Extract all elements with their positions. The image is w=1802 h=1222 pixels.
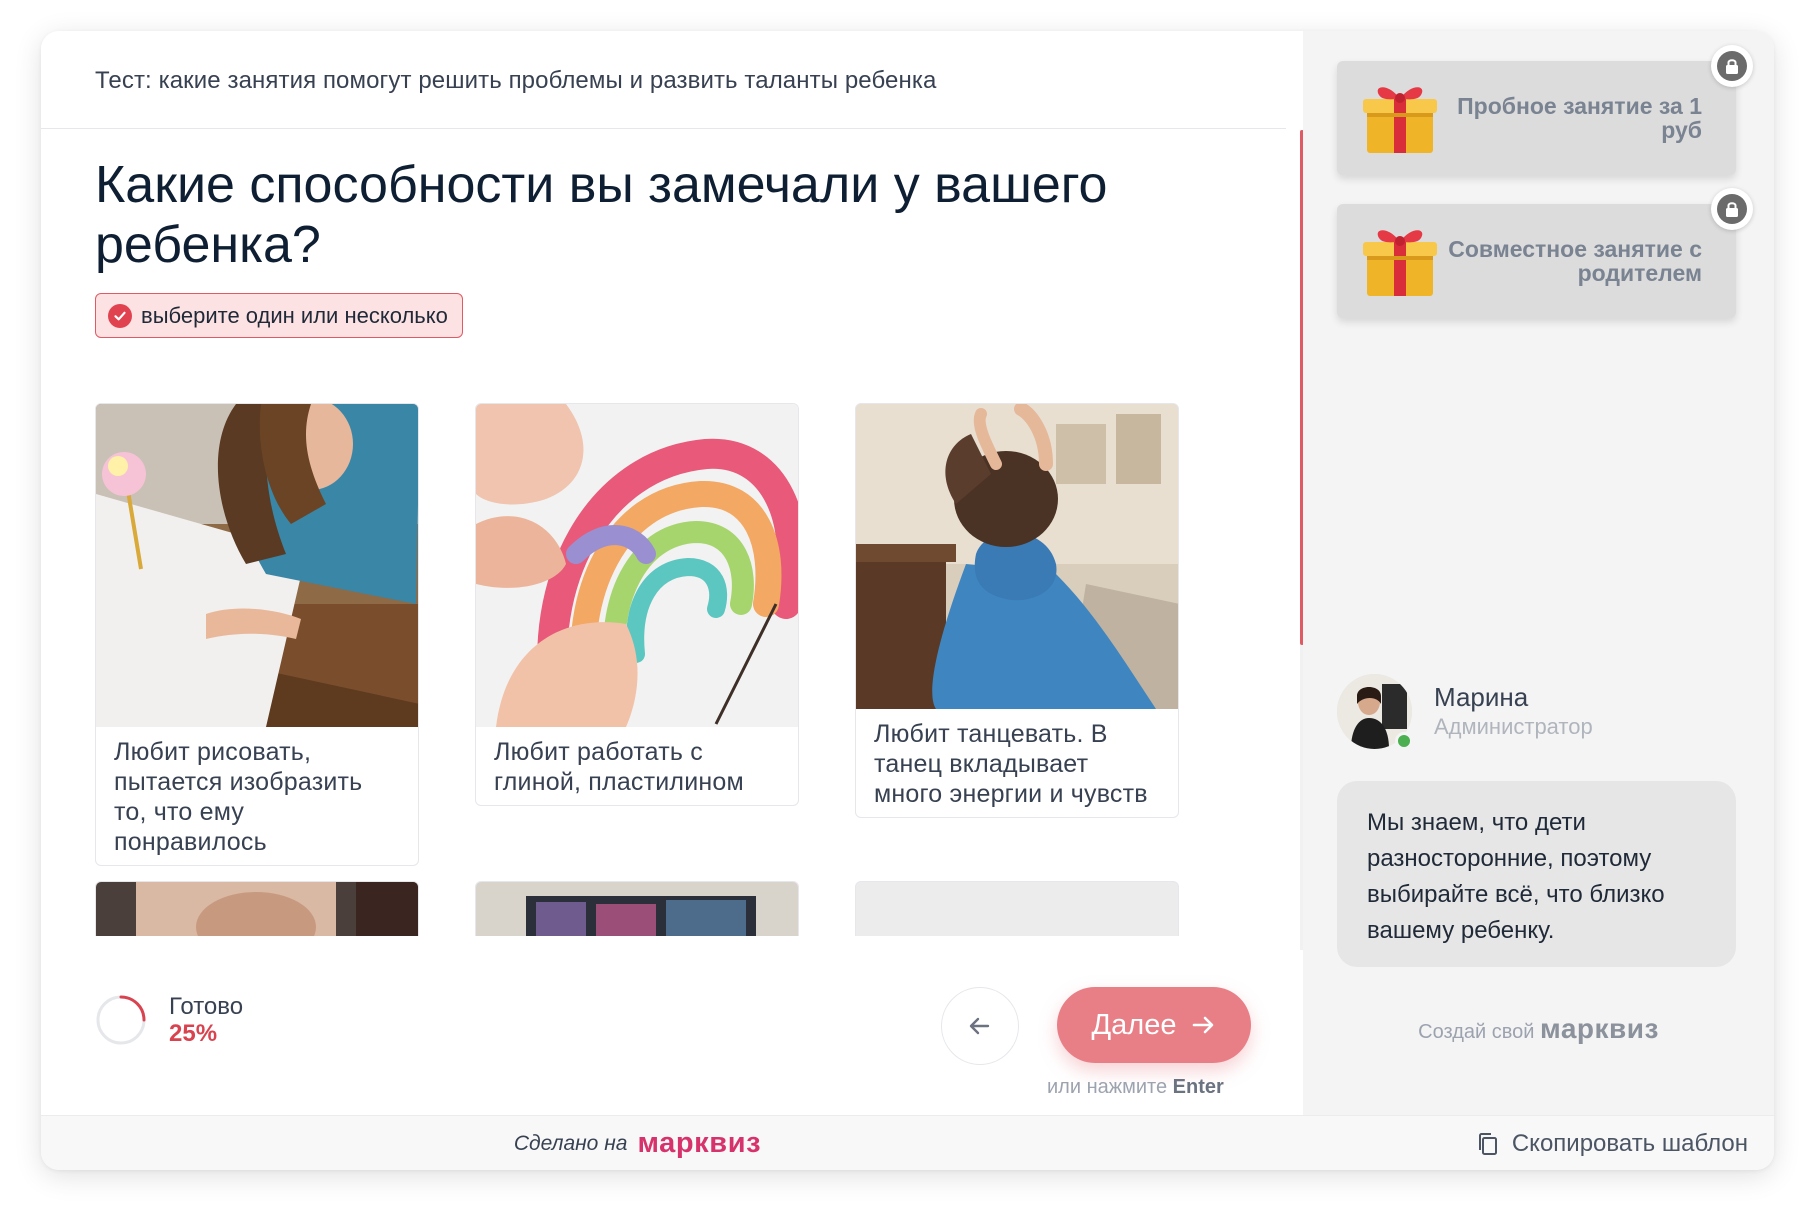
- answer-caption: Любит рисовать, пытается изобразить то, …: [114, 738, 363, 856]
- bonus-card-joint: Совместное занятие с родителем: [1337, 188, 1753, 318]
- sidebar: Пробное занятие за 1 руб Совместное заня…: [1303, 31, 1774, 1115]
- answer-caption: Любит танцевать. В танец вкладывает мног…: [874, 720, 1148, 808]
- copy-template-button[interactable]: Скопировать шаблон: [1476, 1116, 1748, 1170]
- answer-card-drawing[interactable]: Любит рисовать, пытается изобразить то, …: [95, 403, 419, 866]
- bonus-label: Пробное занятие за 1 руб: [1457, 93, 1702, 143]
- manager-message: Мы знаем, что дети разносторонние, поэто…: [1337, 781, 1736, 967]
- made-on-label: Сделано на: [513, 1131, 628, 1155]
- footer: Сделано на марквиз Скопировать шаблон: [41, 1115, 1774, 1170]
- enter-hint: или нажмите Enter: [1047, 1076, 1224, 1099]
- gift-icon: [1363, 87, 1437, 153]
- answers-grid: Любит рисовать, пытается изобразить то, …: [95, 371, 1255, 936]
- plasticine-rainbow-photo-icon: [476, 404, 798, 727]
- online-status-dot: [1395, 732, 1413, 750]
- manager-name: Марина: [1434, 681, 1529, 712]
- bonus-label: Совместное занятие с родителем: [1448, 236, 1702, 286]
- lock-icon: [1726, 202, 1738, 217]
- manager-role: Администратор: [1434, 713, 1593, 739]
- partial-photo-icon: [476, 882, 798, 936]
- create-own-brand: марквиз: [1539, 1013, 1659, 1044]
- progress-indicator: Готово 25%: [95, 993, 243, 1047]
- next-button-label: Далее: [1091, 1008, 1177, 1041]
- back-button[interactable]: [941, 987, 1019, 1065]
- lock-badge: [1711, 45, 1753, 87]
- multi-select-hint: выберите один или несколько: [95, 293, 463, 338]
- lock-badge: [1711, 188, 1753, 230]
- copy-template-label: Скопировать шаблон: [1511, 1129, 1748, 1157]
- quiz-window: Тест: какие занятия помогут решить пробл…: [41, 31, 1774, 1170]
- answer-card-dancing[interactable]: Любит танцевать. В танец вкладывает мног…: [855, 403, 1179, 818]
- next-button[interactable]: Далее: [1057, 987, 1251, 1063]
- create-own-prefix: Создай свой: [1418, 1021, 1535, 1043]
- lock-icon: [1726, 59, 1738, 74]
- enter-hint-prefix: или нажмите: [1047, 1076, 1168, 1098]
- gift-icon: [1363, 230, 1437, 296]
- check-circle-icon: [108, 303, 132, 328]
- progress-value: 25%: [169, 1020, 218, 1047]
- answer-card-partial[interactable]: [475, 881, 799, 936]
- hint-text: выберите один или несколько: [141, 302, 448, 328]
- bonus-card-trial: Пробное занятие за 1 руб: [1337, 45, 1753, 175]
- made-on-brand: марквиз: [637, 1127, 762, 1159]
- quiz-title: Тест: какие занятия помогут решить пробл…: [95, 67, 937, 94]
- enter-hint-key: Enter: [1172, 1076, 1224, 1098]
- answer-card-partial[interactable]: [855, 881, 1179, 936]
- girl-dancing-photo-icon: [856, 404, 1178, 709]
- answer-caption: Любит работать с глиной, пластилином: [494, 738, 744, 796]
- answer-card-partial[interactable]: [95, 881, 419, 936]
- question-title: Какие способности вы замечали у вашего р…: [95, 156, 1108, 274]
- quiz-main-panel: Тест: какие занятия помогут решить пробл…: [41, 31, 1303, 1115]
- copy-icon: [1478, 1132, 1497, 1155]
- answer-card-plasticine[interactable]: Любит работать с глиной, пластилином: [475, 403, 799, 806]
- manager-profile: Марина Администратор: [1337, 674, 1593, 750]
- partial-photo-icon: [96, 882, 418, 936]
- girl-drawing-photo-icon: [96, 404, 418, 727]
- quiz-header: Тест: какие занятия помогут решить пробл…: [41, 31, 1286, 129]
- create-own-link[interactable]: Создай свой марквиз: [1303, 1013, 1774, 1045]
- progress-label: Готово: [169, 993, 244, 1020]
- progress-ring-icon: [96, 995, 146, 1045]
- arrow-left-icon: [969, 1017, 990, 1035]
- arrow-right-icon: [1193, 1016, 1214, 1034]
